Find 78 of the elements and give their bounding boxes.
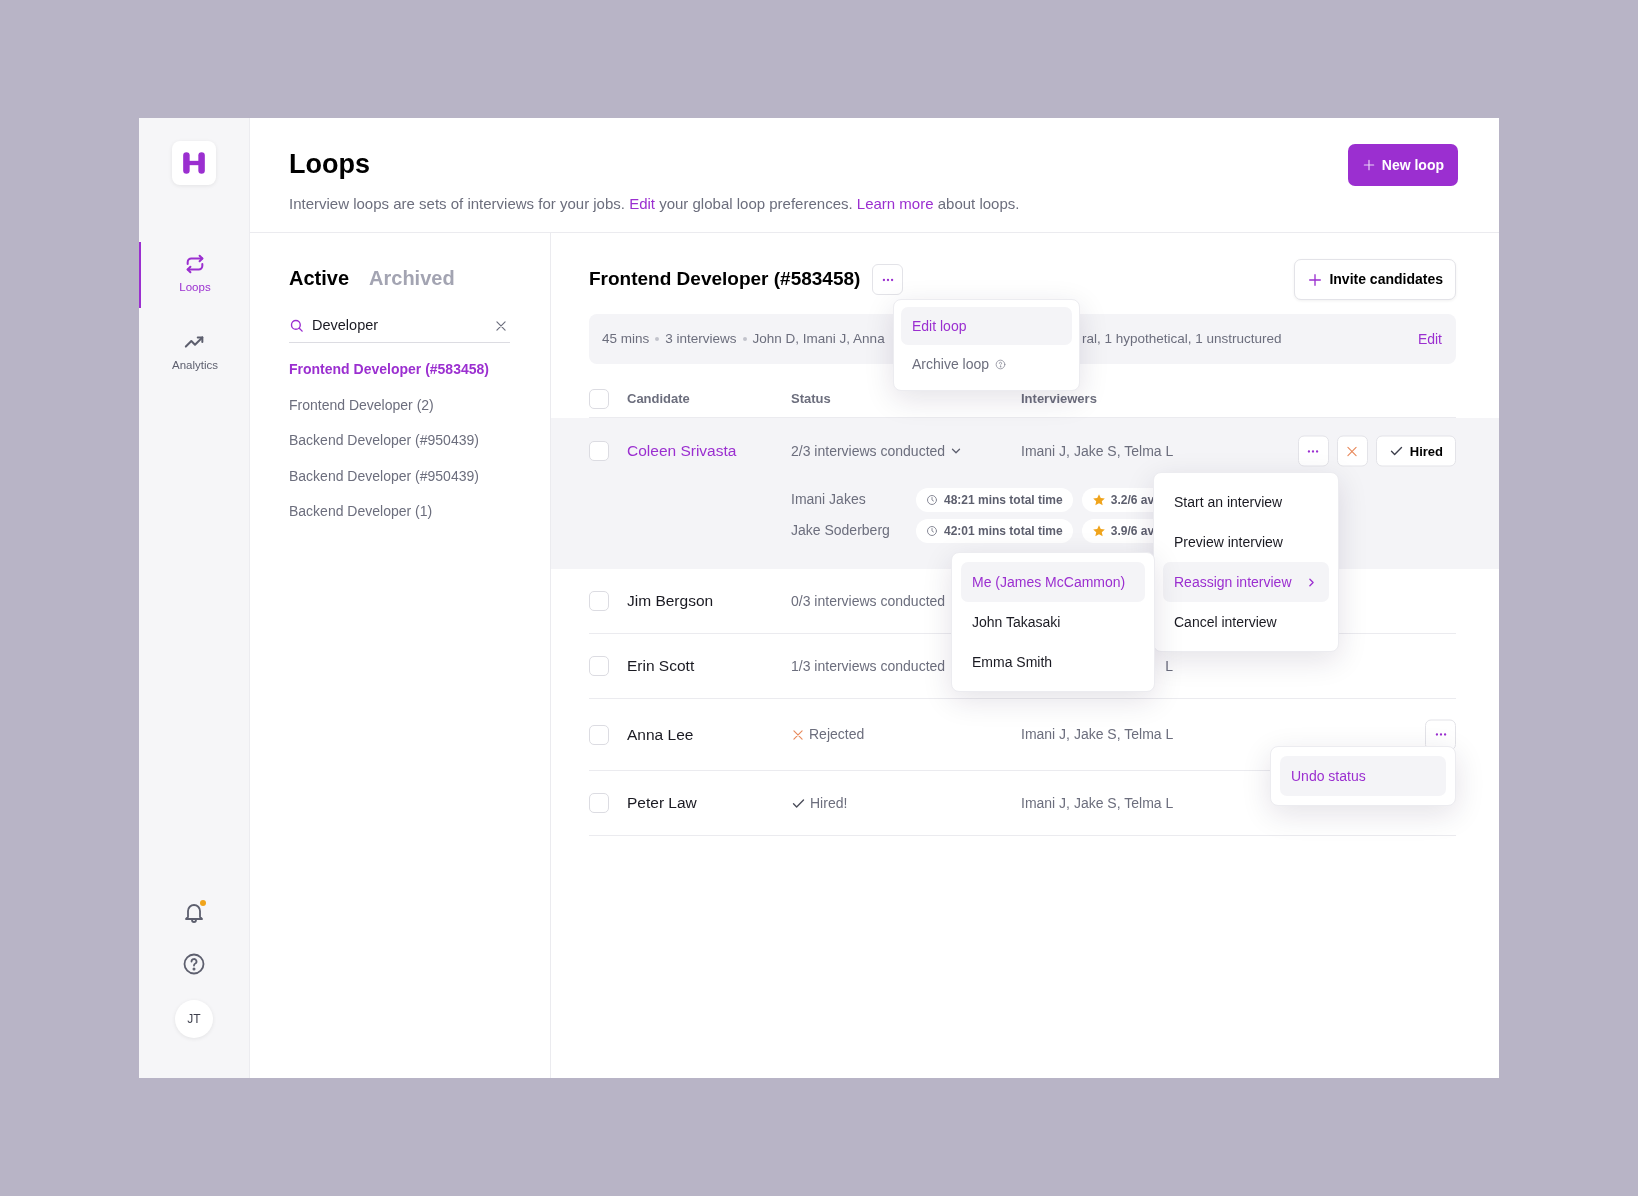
menu-item[interactable]: Edit loop bbox=[901, 307, 1072, 345]
clear-icon[interactable] bbox=[494, 318, 508, 333]
tab[interactable]: Active bbox=[289, 263, 350, 293]
help-icon[interactable] bbox=[182, 952, 206, 976]
checkbox[interactable] bbox=[589, 724, 609, 745]
logo[interactable] bbox=[172, 141, 216, 185]
plus-icon bbox=[1307, 271, 1324, 288]
interviewer-name: Imani Jakes bbox=[791, 490, 867, 509]
candidate-name[interactable]: Jim Bergson bbox=[627, 589, 791, 613]
summary-text: 45 mins bbox=[602, 329, 650, 348]
search-field[interactable]: Developer bbox=[312, 314, 486, 337]
logo-icon bbox=[181, 150, 207, 176]
menu-item[interactable]: Cancel interview bbox=[1163, 602, 1329, 642]
invite-candidates-button[interactable]: Invite candidates bbox=[1294, 259, 1456, 300]
menu-item[interactable]: Undo status bbox=[1280, 756, 1446, 796]
status-text: Hired! bbox=[810, 793, 848, 813]
checkbox[interactable] bbox=[589, 656, 609, 676]
loop-item[interactable]: Backend Developer (#950439) bbox=[289, 423, 510, 459]
candidate-name[interactable]: Peter Law bbox=[627, 791, 791, 815]
nav-item[interactable]: Loops bbox=[139, 242, 249, 308]
page-description: Interview loops are sets of interviews for your jobs. Edit your global loop preferences. Learn more about loops. bbox=[289, 194, 1020, 214]
time-pill: 42:01 mins total time bbox=[916, 518, 1073, 543]
summary-text: 3 interviews bbox=[665, 329, 737, 348]
interviewer-name: Jake Soderberg bbox=[791, 521, 891, 540]
more-button[interactable] bbox=[1297, 435, 1329, 467]
nav-item[interactable]: Analytics bbox=[139, 320, 249, 386]
interviewers-text: Imani J, Jake S, Telma L bbox=[1021, 793, 1174, 813]
plus-icon bbox=[1361, 158, 1376, 172]
notifications-button[interactable] bbox=[182, 900, 206, 924]
separator-dot-icon bbox=[655, 337, 660, 341]
candidate-name[interactable]: Anna Lee bbox=[627, 722, 791, 747]
star-icon bbox=[1091, 523, 1106, 538]
status-text: 0/3 interviews conducted bbox=[791, 591, 946, 611]
checkbox[interactable] bbox=[589, 388, 609, 409]
more-button[interactable] bbox=[872, 264, 904, 295]
checkbox[interactable] bbox=[589, 591, 609, 611]
checkbox[interactable] bbox=[589, 793, 609, 813]
menu-item[interactable]: Reassign interview bbox=[1163, 562, 1329, 602]
loop-item[interactable]: Backend Developer (#950439) bbox=[289, 458, 510, 494]
close-icon bbox=[1345, 444, 1360, 458]
reject-button[interactable] bbox=[1336, 435, 1368, 467]
link[interactable]: Learn more bbox=[856, 195, 934, 212]
menu-item[interactable]: Me (James McCammon) bbox=[961, 562, 1145, 602]
column-header: Interviewers bbox=[1021, 389, 1098, 408]
checkbox[interactable] bbox=[589, 441, 609, 461]
candidate-name[interactable]: Coleen Srivasta bbox=[627, 439, 791, 463]
status-text: 1/3 interviews conducted bbox=[791, 656, 946, 676]
new-loop-button[interactable]: New loop bbox=[1347, 144, 1458, 186]
avatar[interactable]: JT bbox=[175, 1000, 213, 1038]
search-icon bbox=[289, 318, 304, 333]
menu-item[interactable]: John Takasaki bbox=[961, 602, 1145, 642]
x-icon bbox=[791, 727, 805, 742]
time-pill: 48:21 mins total time bbox=[916, 487, 1073, 512]
edit-link[interactable]: Edit bbox=[1417, 328, 1442, 350]
interviewers-text: Imani J, Jake S, Telma L bbox=[1021, 725, 1174, 744]
column-header: Status bbox=[791, 389, 832, 408]
menu-item[interactable]: Emma Smith bbox=[961, 642, 1145, 682]
clock-icon bbox=[926, 493, 938, 506]
summary-text: John D, Imani J, Anna bbox=[752, 329, 885, 348]
column-header: Candidate bbox=[627, 389, 691, 408]
hire-button[interactable]: Hired bbox=[1375, 435, 1456, 467]
link[interactable]: Edit bbox=[629, 195, 655, 212]
loop-title: Frontend Developer (#583458) bbox=[589, 267, 861, 292]
interviewers-text: Imani J, Jake S, Telma L bbox=[1021, 441, 1174, 461]
loop-item[interactable]: Backend Developer (1) bbox=[289, 494, 510, 530]
summary-text: ral, 1 hypothetical, 1 unstructured bbox=[1082, 329, 1282, 348]
loop-item[interactable]: Frontend Developer (#583458) bbox=[289, 352, 510, 388]
clock-icon bbox=[926, 524, 938, 537]
separator-dot-icon bbox=[742, 337, 747, 341]
loop-item[interactable]: Frontend Developer (2) bbox=[289, 387, 510, 423]
interviewers-text: L bbox=[1165, 656, 1173, 676]
status-text: 2/3 interviews conducted bbox=[791, 441, 946, 461]
loop-icon bbox=[184, 253, 206, 276]
status-text: Rejected bbox=[809, 725, 865, 744]
menu-item[interactable]: Archive loop bbox=[901, 345, 1072, 383]
page-title: Loops bbox=[289, 148, 370, 181]
candidate-name[interactable]: Erin Scott bbox=[627, 654, 791, 678]
star-icon bbox=[1091, 492, 1106, 507]
